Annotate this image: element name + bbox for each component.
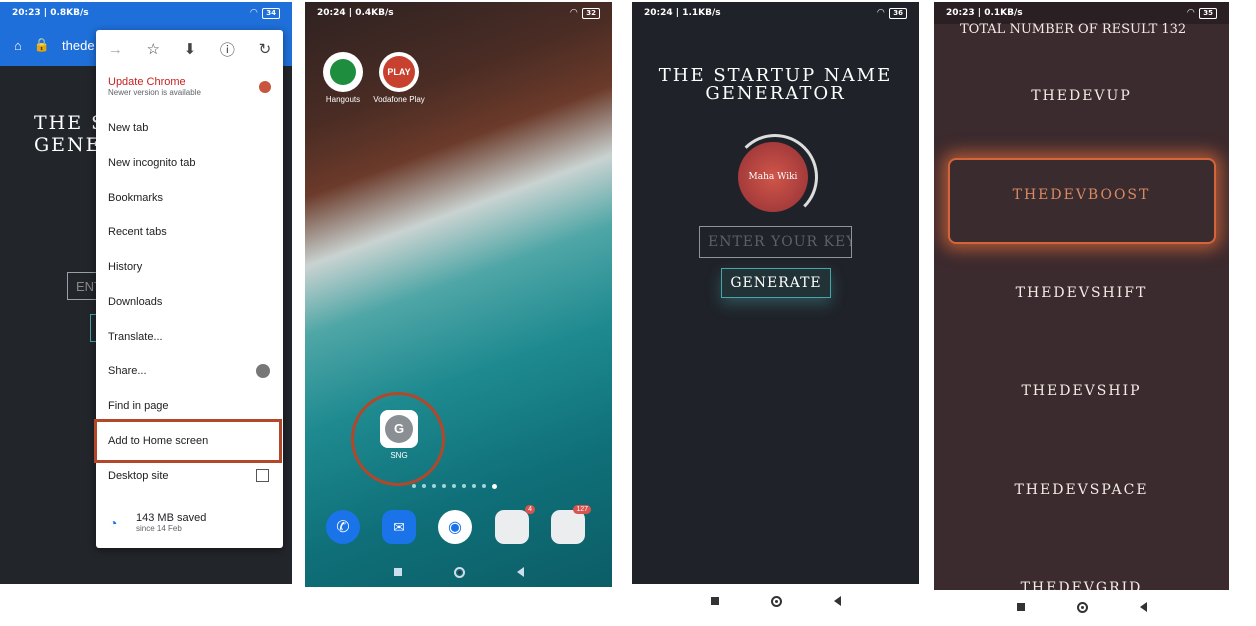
recents-icon[interactable] <box>393 568 402 576</box>
wifi-icon: ◠ <box>1187 8 1195 18</box>
recents-icon[interactable] <box>1016 603 1025 611</box>
menu-new-tab[interactable]: New tab <box>108 122 148 134</box>
camera-icon[interactable]: ◉ <box>438 510 472 544</box>
app-folder-icon[interactable]: 4 <box>495 505 535 544</box>
forward-icon[interactable]: → <box>108 41 123 58</box>
menu-translate[interactable]: Translate... <box>108 331 163 343</box>
back-icon[interactable] <box>833 596 841 606</box>
info-icon[interactable]: ⓘ <box>220 39 235 60</box>
menu-recent-tabs[interactable]: Recent tabs <box>108 226 167 238</box>
app-generator-screen: 20:24 | 1.1KB/s ◠ 36 THE STARTUP NAME GEN… <box>632 2 919 618</box>
chrome-overflow-menu: → ☆ ⬇ ⓘ ↻ Update Chrome Newer version is… <box>96 30 283 548</box>
whatsapp-icon <box>256 364 270 378</box>
result-item[interactable]: THEDEVSPACE <box>943 482 1220 498</box>
result-item[interactable]: THEDEVSHIFT <box>943 285 1220 301</box>
app-folder-icon[interactable]: 127 <box>551 505 591 544</box>
lock-icon: 🔒 <box>33 37 51 52</box>
refresh-icon[interactable]: ↻ <box>259 40 272 58</box>
page-title: THE STARTUP NAME GENERATOR <box>658 65 893 104</box>
status-time: 20:24 | 0.4KB/s <box>317 8 394 18</box>
menu-toolbar: → ☆ ⬇ ⓘ ↻ <box>96 30 283 68</box>
hangouts-icon <box>323 52 363 92</box>
results-screen: 20:23 | 0.1KB/s ◠ 35 TOTAL NUMBER OF RESU… <box>934 2 1229 624</box>
wifi-icon: ◠ <box>250 8 258 18</box>
desktop-site-checkbox[interactable] <box>256 469 269 482</box>
update-alert-icon <box>259 81 271 93</box>
home-nav-icon[interactable] <box>1076 601 1088 613</box>
home-screen: 20:24 | 0.4KB/s ◠ 32 Hangouts PLAY Vodafo… <box>305 2 612 587</box>
page-indicator <box>412 484 497 489</box>
app-sng-shortcut[interactable]: G SNG <box>369 410 429 460</box>
messages-icon[interactable]: ✉ <box>382 510 416 544</box>
result-item[interactable]: THEDEVSHIP <box>943 383 1220 399</box>
menu-history[interactable]: History <box>108 261 142 273</box>
key-input[interactable]: ENTER YOUR KEY W <box>699 226 852 258</box>
phone-icon[interactable]: ✆ <box>326 510 360 544</box>
generate-button[interactable]: GENERATE <box>721 268 831 298</box>
notification-badge: 4 <box>525 505 535 514</box>
menu-update-chrome[interactable]: Update Chrome Newer version is available <box>108 76 201 97</box>
data-saver-icon: ◔ <box>109 515 118 531</box>
battery-icon: 34 <box>262 7 280 19</box>
result-item-selected[interactable]: THEDEVBOOST <box>943 187 1220 203</box>
battery-icon: 32 <box>582 7 600 19</box>
result-item[interactable]: THEDEVUP <box>943 88 1220 104</box>
chrome-menu-screen: 20:23 | 0.8KB/s ◠34 ⌂ 🔒 thede THE STARTU… <box>0 2 292 584</box>
menu-downloads[interactable]: Downloads <box>108 296 162 308</box>
status-time: 20:24 | 1.1KB/s <box>644 8 721 18</box>
highlight-box <box>94 419 282 463</box>
status-time: 20:23 | 0.1KB/s <box>946 8 1023 18</box>
menu-new-incognito-tab[interactable]: New incognito tab <box>108 157 195 169</box>
menu-desktop-site[interactable]: Desktop site <box>108 470 169 482</box>
recents-icon[interactable] <box>710 597 719 605</box>
menu-find-in-page[interactable]: Find in page <box>108 400 169 412</box>
status-bar: 20:24 | 0.4KB/s ◠ 32 <box>305 2 612 24</box>
status-bar: 20:23 | 0.1KB/s ◠ 35 <box>934 2 1229 24</box>
bookmark-star-icon[interactable]: ☆ <box>147 40 160 58</box>
app-hangouts[interactable]: Hangouts <box>313 52 373 104</box>
home-icon[interactable]: ⌂ <box>14 38 22 53</box>
vodafone-play-icon: PLAY <box>379 52 419 92</box>
notification-badge: 127 <box>573 505 591 514</box>
wifi-icon: ◠ <box>570 8 578 18</box>
home-nav-icon[interactable] <box>453 566 465 578</box>
wifi-icon: ◠ <box>877 8 885 18</box>
results-count: TOTAL NUMBER OF RESULT 132 <box>960 22 1187 37</box>
download-icon[interactable]: ⬇ <box>184 40 197 58</box>
maha-wiki-logo: Maha Wiki <box>738 142 808 212</box>
status-time: 20:23 | 0.8KB/s <box>12 8 89 18</box>
back-icon[interactable] <box>516 567 524 577</box>
nav-bar <box>305 557 612 587</box>
nav-bar <box>934 590 1229 624</box>
battery-icon: 36 <box>889 7 907 19</box>
nav-bar <box>632 584 919 618</box>
url-text[interactable]: thede <box>62 38 95 53</box>
app-vodafone-play[interactable]: PLAY Vodafone Play <box>369 52 429 104</box>
back-icon[interactable] <box>1139 602 1147 612</box>
sng-shortcut-icon: G <box>380 410 418 448</box>
status-bar: 20:24 | 1.1KB/s ◠ 36 <box>632 2 919 24</box>
home-nav-icon[interactable] <box>770 595 782 607</box>
menu-data-saved[interactable]: 143 MB saved since 14 Feb <box>136 512 206 533</box>
status-bar: 20:23 | 0.8KB/s ◠ 34 <box>0 2 292 24</box>
menu-share[interactable]: Share... <box>108 365 147 377</box>
menu-bookmarks[interactable]: Bookmarks <box>108 192 163 204</box>
battery-icon: 35 <box>1199 7 1217 19</box>
